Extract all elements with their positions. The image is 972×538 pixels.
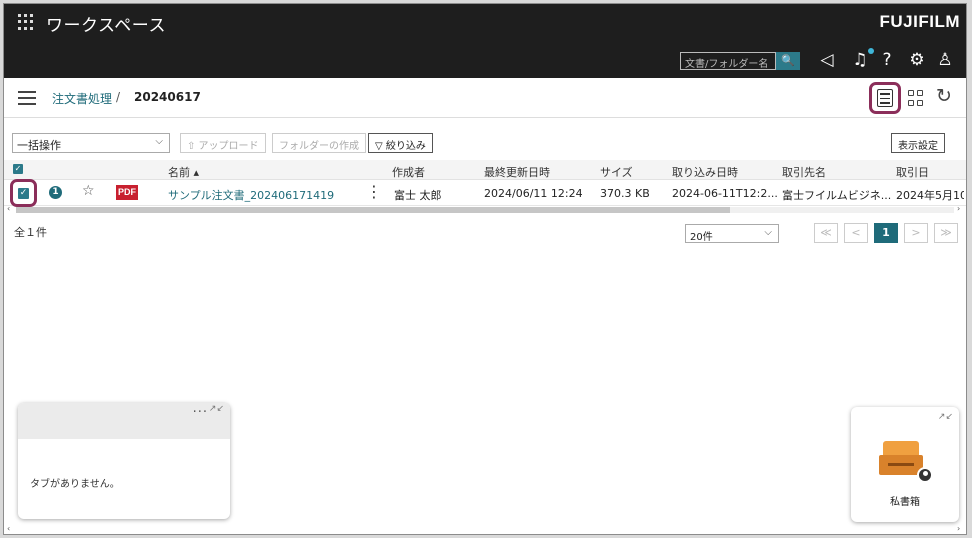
pdf-icon: PDF — [116, 185, 138, 200]
app-window: ワークスペース FUJIFILM 文書/フォルダー名 🔍 ◁ ♫ ? ⚙ ♙ 注… — [3, 3, 967, 535]
scroll-right-icon[interactable]: › — [957, 524, 960, 533]
user-icon[interactable]: ♙ — [934, 49, 956, 71]
item-count: 全１件 — [14, 226, 47, 239]
first-page-button[interactable]: ≪ — [814, 223, 838, 243]
grid-view-icon[interactable] — [908, 90, 924, 106]
cell-size: 370.3 KB — [600, 187, 650, 200]
table-row[interactable]: ✓ 1 ☆ PDF サンプル注文書_202406171419 ⋮ 富士 太郎 2… — [4, 179, 966, 207]
app-launcher-icon[interactable] — [18, 14, 34, 30]
tab-panel-header: ··· ↗↙ — [18, 403, 230, 439]
cell-trade-date: 2024年5月10日 — [896, 189, 964, 202]
brand-logo: FUJIFILM — [879, 12, 960, 31]
create-folder-button[interactable]: フォルダーの作成 — [272, 133, 366, 153]
column-modified[interactable]: 最終更新日時 — [484, 164, 550, 180]
menu-icon[interactable] — [18, 91, 36, 105]
bulk-action-label: 一括操作 — [17, 139, 61, 152]
row-checkbox[interactable]: ✓ — [18, 188, 29, 199]
scroll-right-icon[interactable]: › — [957, 204, 960, 213]
breadcrumb-parent[interactable]: 注文書処理 — [52, 90, 112, 107]
filter-button[interactable]: ▽ 絞り込み — [368, 133, 433, 153]
column-trade-date[interactable]: 取引日 — [896, 164, 929, 180]
per-page-select[interactable]: 20件 ⌵ — [685, 224, 779, 243]
per-page-value: 20件 — [690, 232, 713, 243]
chevron-down-icon: ⌵ — [764, 227, 772, 238]
top-bar: ワークスペース FUJIFILM 文書/フォルダー名 🔍 ◁ ♫ ? ⚙ ♙ — [4, 4, 966, 78]
page-1-button[interactable]: 1 — [874, 223, 898, 243]
refresh-icon[interactable]: ↻ — [936, 85, 952, 107]
breadcrumb-separator: / — [116, 90, 121, 104]
cell-modified: 2024/06/11 12:24 — [484, 187, 583, 200]
search-button[interactable]: 🔍 — [776, 52, 800, 70]
breadcrumb-bar: 注文書処理 / 20240617 ↻ — [4, 78, 966, 118]
column-name[interactable]: 名前 ▴ — [168, 164, 199, 180]
display-settings-button[interactable]: 表示設定 — [891, 133, 945, 153]
bulk-action-select[interactable]: 一括操作 ⌵ — [12, 133, 170, 153]
cell-creator: 富士 太郎 — [394, 189, 442, 202]
column-size[interactable]: サイズ — [600, 164, 633, 180]
breadcrumb-current: 20240617 — [134, 90, 201, 104]
expand-icon[interactable]: ↗↙ — [938, 412, 953, 422]
app-title: ワークスペース — [46, 16, 166, 36]
user-badge-icon — [917, 467, 933, 483]
chevron-down-icon: ⌵ — [155, 136, 163, 147]
notification-dot — [868, 48, 874, 54]
scroll-left-icon[interactable]: ‹ — [7, 524, 10, 533]
select-all-checkbox[interactable]: ✓ — [13, 164, 23, 174]
cell-imported: 2024-06-11T12:2... — [672, 187, 778, 200]
upload-button[interactable]: ⇧ アップロード — [180, 133, 266, 153]
next-page-button[interactable]: > — [904, 223, 928, 243]
more-icon[interactable]: ··· — [193, 405, 208, 420]
gear-icon[interactable]: ⚙ — [906, 49, 928, 71]
send-icon[interactable]: ◁ — [816, 49, 838, 71]
version-badge: 1 — [49, 186, 62, 199]
mailbox-label: 私書箱 — [890, 497, 920, 508]
bottom-scrollbar[interactable]: ‹ › — [4, 524, 966, 534]
star-icon[interactable]: ☆ — [82, 183, 95, 199]
tab-panel: ··· ↗↙ タブがありません。 — [18, 403, 230, 519]
empty-tabs-message: タブがありません。 — [30, 479, 120, 490]
expand-icon[interactable]: ↗↙ — [209, 404, 224, 414]
scroll-left-icon[interactable]: ‹ — [7, 204, 10, 213]
column-imported[interactable]: 取り込み日時 — [672, 164, 738, 180]
cell-partner: 富士フイルムビジネ... — [782, 189, 892, 202]
horizontal-scrollbar[interactable]: ‹ › — [4, 204, 966, 214]
scroll-thumb[interactable] — [16, 207, 730, 213]
search-input[interactable]: 文書/フォルダー名 — [680, 52, 776, 70]
table-header: ✓ 名前 ▴ 作成者 最終更新日時 サイズ 取り込み日時 取引先名 取引日 — [4, 160, 966, 180]
detail-view-icon[interactable] — [877, 89, 893, 107]
help-icon[interactable]: ? — [876, 49, 898, 71]
column-partner[interactable]: 取引先名 — [782, 164, 826, 180]
document-name-link[interactable]: サンプル注文書_202406171419 — [168, 187, 334, 203]
more-actions-icon[interactable]: ⋮ — [366, 182, 382, 202]
last-page-button[interactable]: ≫ — [934, 223, 958, 243]
inbox-tray-icon — [879, 441, 933, 483]
column-creator[interactable]: 作成者 — [392, 164, 425, 180]
prev-page-button[interactable]: < — [844, 223, 868, 243]
mailbox-panel[interactable]: ↗↙ 私書箱 — [851, 407, 959, 522]
